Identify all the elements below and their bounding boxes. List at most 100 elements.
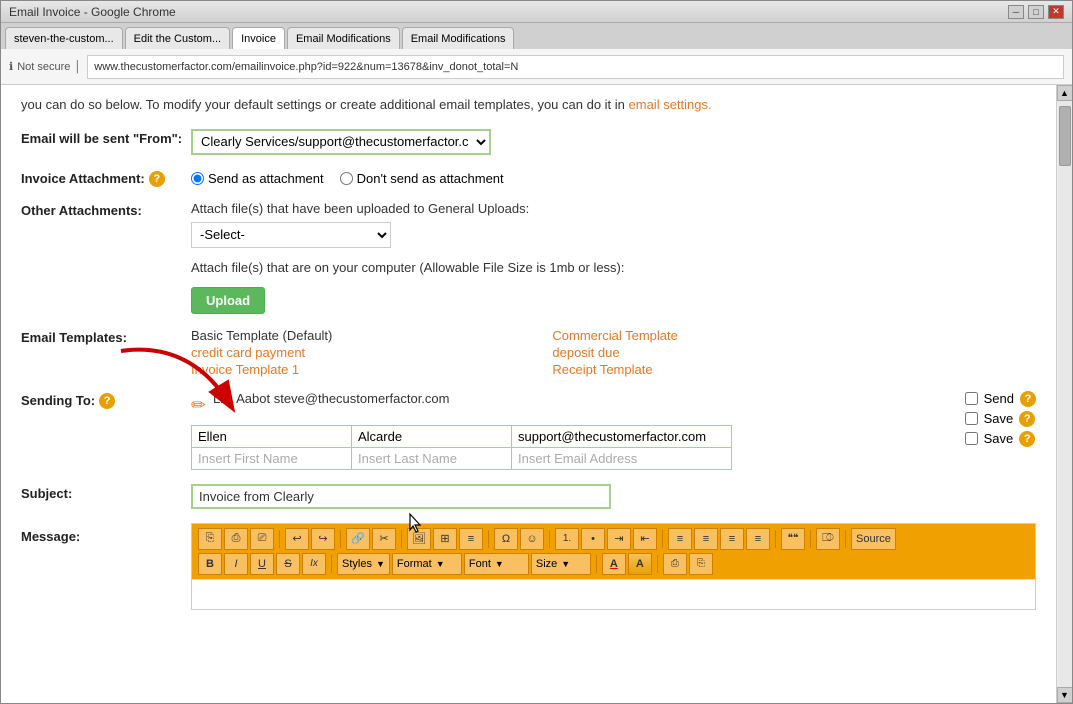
from-select[interactable]: Clearly Services/support@thecustomerfact… [191, 129, 491, 155]
subject-input[interactable] [191, 484, 611, 509]
save-label-2: Save [984, 431, 1014, 446]
tb-remove-format[interactable]: ⎘ [689, 553, 713, 575]
tb-paste-text[interactable]: ⎚ [250, 528, 274, 550]
attach-upload-label: Attach file(s) that have been uploaded t… [191, 201, 1036, 216]
tb-font-dropdown[interactable]: Font ▼ [464, 553, 529, 575]
tb-blockquote[interactable]: ❝❝ [781, 528, 805, 550]
tab-3[interactable]: Email Modifications [287, 27, 400, 49]
tb-outdent[interactable]: ⇤ [633, 528, 657, 550]
no-attachment-option[interactable]: Don't send as attachment [340, 171, 504, 186]
tb-copy[interactable]: ⎘ [198, 528, 222, 550]
send-option: Send ? [965, 391, 1036, 407]
email-placeholder[interactable]: Insert Email Address [512, 447, 732, 469]
tb-align-right[interactable]: ≡ [720, 528, 744, 550]
tb-align-justify[interactable]: ≡ [746, 528, 770, 550]
tb-clear-format[interactable]: Ix [302, 553, 326, 575]
scrollbar-thumb[interactable] [1059, 106, 1071, 166]
tb-source[interactable]: Source [851, 528, 896, 550]
tb-font-color[interactable]: A [602, 553, 626, 575]
tb-sep-2 [340, 530, 341, 548]
tab-0[interactable]: steven-the-custom... [5, 27, 123, 49]
template-credit-card[interactable]: credit card payment [191, 345, 332, 360]
tb-align-left[interactable]: ≡ [668, 528, 692, 550]
tab-invoice[interactable]: Invoice [232, 27, 285, 49]
tb-paste[interactable]: ⎙ [224, 528, 248, 550]
save-help-icon-1[interactable]: ? [1019, 411, 1035, 427]
send-attachment-option[interactable]: Send as attachment [191, 171, 324, 186]
template-commercial[interactable]: Commercial Template [552, 328, 677, 343]
tb-paste-word[interactable]: ⎙ [663, 553, 687, 575]
other-attachments-field: Attach file(s) that have been uploaded t… [191, 201, 1036, 314]
page-content: you can do so below. To modify your defa… [1, 85, 1056, 685]
sending-to-label-text: Sending To: [21, 393, 95, 408]
close-button[interactable]: ✕ [1048, 5, 1064, 19]
other-attachments-label-text: Other Attachments: [21, 203, 142, 218]
tb-format-arrow: ▼ [436, 559, 445, 569]
from-label: Email will be sent "From": [21, 129, 191, 146]
tb-format-dropdown[interactable]: Format ▼ [392, 553, 462, 575]
tb-undo[interactable]: ↩ [285, 528, 309, 550]
tb-indent[interactable]: ⇥ [607, 528, 631, 550]
tb-unordered-list[interactable]: • [581, 528, 605, 550]
tb-ordered-list[interactable]: 1. [555, 528, 579, 550]
send-checkbox[interactable] [965, 392, 978, 405]
save-checkbox-1[interactable] [965, 412, 978, 425]
sending-to-help-icon[interactable]: ? [99, 393, 115, 409]
no-attachment-radio[interactable] [340, 172, 353, 185]
page-scroll[interactable]: you can do so below. To modify your defa… [1, 85, 1056, 703]
tb-redo[interactable]: ↪ [311, 528, 335, 550]
tb-bold[interactable]: B [198, 553, 222, 575]
email-settings-link[interactable]: email settings. [629, 97, 712, 112]
last-name-placeholder[interactable]: Insert Last Name [352, 447, 512, 469]
template-invoice-1[interactable]: Invoice Template 1 [191, 362, 332, 377]
tb-hr[interactable]: ≡ [459, 528, 483, 550]
tb-smiley[interactable]: ☺ [520, 528, 544, 550]
tb-size-dropdown[interactable]: Size ▼ [531, 553, 591, 575]
send-help-icon[interactable]: ? [1020, 391, 1036, 407]
tb-italic[interactable]: I [224, 553, 248, 575]
template-receipt[interactable]: Receipt Template [552, 362, 677, 377]
info-icon: ℹ [9, 60, 13, 73]
template-basic: Basic Template (Default) [191, 328, 332, 343]
send-attachment-radio[interactable] [191, 172, 204, 185]
save-checkbox-2[interactable] [965, 432, 978, 445]
tb-link[interactable]: 🔗 [346, 528, 370, 550]
from-field: Clearly Services/support@thecustomerfact… [191, 129, 1036, 155]
tb-align-center[interactable]: ≡ [694, 528, 718, 550]
save-label-1: Save [984, 411, 1014, 426]
tb-special-char[interactable]: Ω [494, 528, 518, 550]
message-label: Message: [21, 523, 191, 544]
no-attachment-label: Don't send as attachment [357, 171, 504, 186]
form-row-templates: Email Templates: Basic Template (Default… [21, 328, 1036, 377]
first-name-placeholder[interactable]: Insert First Name [192, 447, 352, 469]
maximize-button[interactable]: □ [1028, 5, 1044, 19]
form-row-subject: Subject: [21, 484, 1036, 509]
template-deposit[interactable]: deposit due [552, 345, 677, 360]
tab-1[interactable]: Edit the Custom... [125, 27, 230, 49]
tb-styles-dropdown[interactable]: Styles ▼ [337, 553, 390, 575]
save-help-icon-2[interactable]: ? [1019, 431, 1035, 447]
upload-button[interactable]: Upload [191, 287, 265, 314]
tb-underline[interactable]: U [250, 553, 274, 575]
tb-sep-10 [331, 555, 332, 573]
tb-image[interactable]: 🖼 [407, 528, 431, 550]
attach-select[interactable]: -Select- [191, 222, 391, 248]
page-area: you can do so below. To modify your defa… [1, 85, 1072, 703]
subject-label: Subject: [21, 484, 191, 501]
tb-unlink[interactable]: ✂ [372, 528, 396, 550]
scrollbar-track[interactable] [1058, 101, 1072, 687]
tb-strikethrough[interactable]: S [276, 553, 300, 575]
url-bar[interactable] [87, 55, 1064, 79]
templates-left: Basic Template (Default) credit card pay… [191, 328, 332, 377]
tab-4[interactable]: Email Modifications [402, 27, 515, 49]
templates-container: Basic Template (Default) credit card pay… [191, 328, 1036, 377]
tb-table[interactable]: ⊞ [433, 528, 457, 550]
scroll-down-button[interactable]: ▼ [1057, 687, 1073, 703]
tb-bg-color[interactable]: A [628, 553, 652, 575]
scroll-up-button[interactable]: ▲ [1057, 85, 1073, 101]
editor-body[interactable] [192, 579, 1035, 609]
pencil-icon[interactable]: ✏ [191, 395, 206, 416]
minimize-button[interactable]: ─ [1008, 5, 1024, 19]
tb-something[interactable]: ⎄ [816, 528, 840, 550]
attachment-help-icon[interactable]: ? [149, 171, 165, 187]
